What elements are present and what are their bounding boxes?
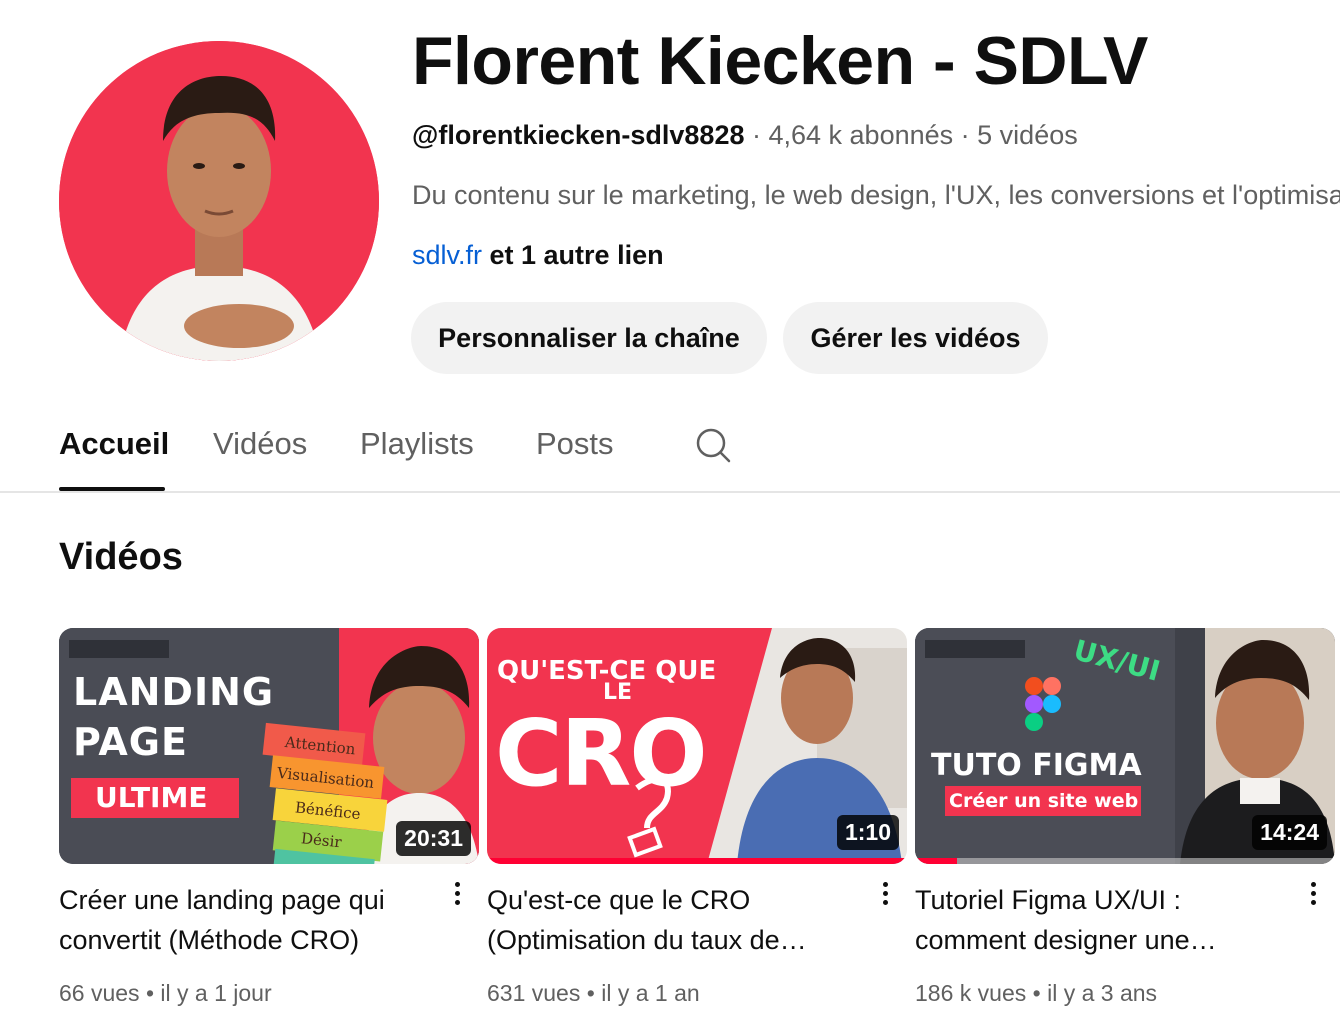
channel-meta: @florentkiecken-sdlv8828 · 4,64 k abonné… — [412, 120, 1078, 151]
channel-link[interactable]: sdlv.fr — [412, 240, 482, 270]
thumbnail-headline: TUTO FIGMA — [931, 748, 1142, 783]
avatar-portrait-icon — [59, 41, 379, 361]
video-title-line-2: (Optimisation du taux de… — [487, 925, 807, 955]
video-title-line-2: comment designer une… — [915, 925, 1217, 955]
video-title-line-2: convertit (Méthode CRO) — [59, 925, 360, 955]
video-stats: 66 vues • il y a 1 jour — [59, 980, 272, 1006]
customize-channel-button[interactable]: Personnaliser la chaîne — [411, 302, 767, 374]
video-thumbnail[interactable]: QU'EST-CE QUE LE CRO 1:10 — [487, 628, 907, 864]
manage-videos-button[interactable]: Gérer les vidéos — [783, 302, 1048, 374]
video-card[interactable]: QU'EST-CE QUE LE CRO 1:10 Qu'est-ce que … — [487, 628, 907, 1006]
channel-description[interactable]: Du contenu sur le marketing, le web desi… — [412, 180, 1340, 211]
thumbnail-headline-2: PAGE — [73, 720, 188, 764]
video-title[interactable]: Qu'est-ce que le CRO (Optimisation du ta… — [487, 880, 847, 960]
channel-links: sdlv.fr et 1 autre lien — [412, 240, 664, 271]
video-duration: 20:31 — [396, 821, 471, 856]
tab-playlists[interactable]: Playlists — [360, 426, 474, 462]
thumbnail-badge: Créer un site web — [949, 790, 1139, 812]
upload-age: il y a 3 ans — [1047, 980, 1158, 1006]
video-count: · 5 vidéos — [960, 120, 1078, 150]
upload-age: il y a 1 an — [601, 980, 700, 1006]
view-count: 186 k vues — [915, 980, 1027, 1006]
view-count: 66 vues — [59, 980, 140, 1006]
channel-handle: @florentkiecken-sdlv8828 — [412, 120, 745, 150]
video-title-line-1: Créer une landing page qui — [59, 885, 385, 915]
video-card[interactable]: UX/UI TUTO FIGMA Créer un site web 14:24… — [915, 628, 1335, 1006]
tabs-divider — [0, 491, 1340, 493]
video-title[interactable]: Créer une landing page qui convertit (Mé… — [59, 880, 419, 960]
more-options-icon[interactable] — [447, 878, 467, 914]
video-card[interactable]: Attention Visualisation Bénéfice Désir L… — [59, 628, 479, 1006]
watch-progress-bar — [915, 858, 957, 864]
more-options-icon[interactable] — [1303, 878, 1323, 914]
view-count: 631 vues — [487, 980, 581, 1006]
video-stats: 631 vues • il y a 1 an — [487, 980, 700, 1006]
tab-videos[interactable]: Vidéos — [213, 426, 307, 462]
video-thumbnail[interactable]: UX/UI TUTO FIGMA Créer un site web 14:24 — [915, 628, 1335, 864]
tab-posts[interactable]: Posts — [536, 426, 614, 462]
video-title-line-1: Qu'est-ce que le CRO — [487, 885, 751, 915]
section-title: Vidéos — [59, 536, 183, 578]
search-icon[interactable] — [695, 427, 731, 463]
video-duration: 1:10 — [836, 815, 899, 850]
channel-avatar[interactable] — [59, 41, 379, 361]
more-links-button[interactable]: et 1 autre lien — [482, 240, 664, 270]
channel-name: Florent Kiecken - SDLV — [412, 23, 1148, 99]
watch-progress-bar — [487, 858, 907, 864]
thumbnail-headline: LANDING — [73, 670, 275, 714]
upload-age: il y a 1 jour — [160, 980, 272, 1006]
video-duration: 14:24 — [1252, 815, 1327, 850]
watch-progress-track — [915, 858, 1335, 864]
thumbnail-badge: ULTIME — [95, 781, 208, 814]
thumbnail-big-text: CRO — [495, 700, 708, 807]
subscriber-count: · 4,64 k abonnés — [752, 120, 954, 150]
video-stats: 186 k vues • il y a 3 ans — [915, 980, 1158, 1006]
video-title-line-1: Tutoriel Figma UX/UI : — [915, 885, 1182, 915]
video-thumbnail[interactable]: Attention Visualisation Bénéfice Désir L… — [59, 628, 479, 864]
more-options-icon[interactable] — [875, 878, 895, 914]
tab-accueil[interactable]: Accueil — [59, 426, 169, 462]
video-title[interactable]: Tutoriel Figma UX/UI : comment designer … — [915, 880, 1275, 960]
